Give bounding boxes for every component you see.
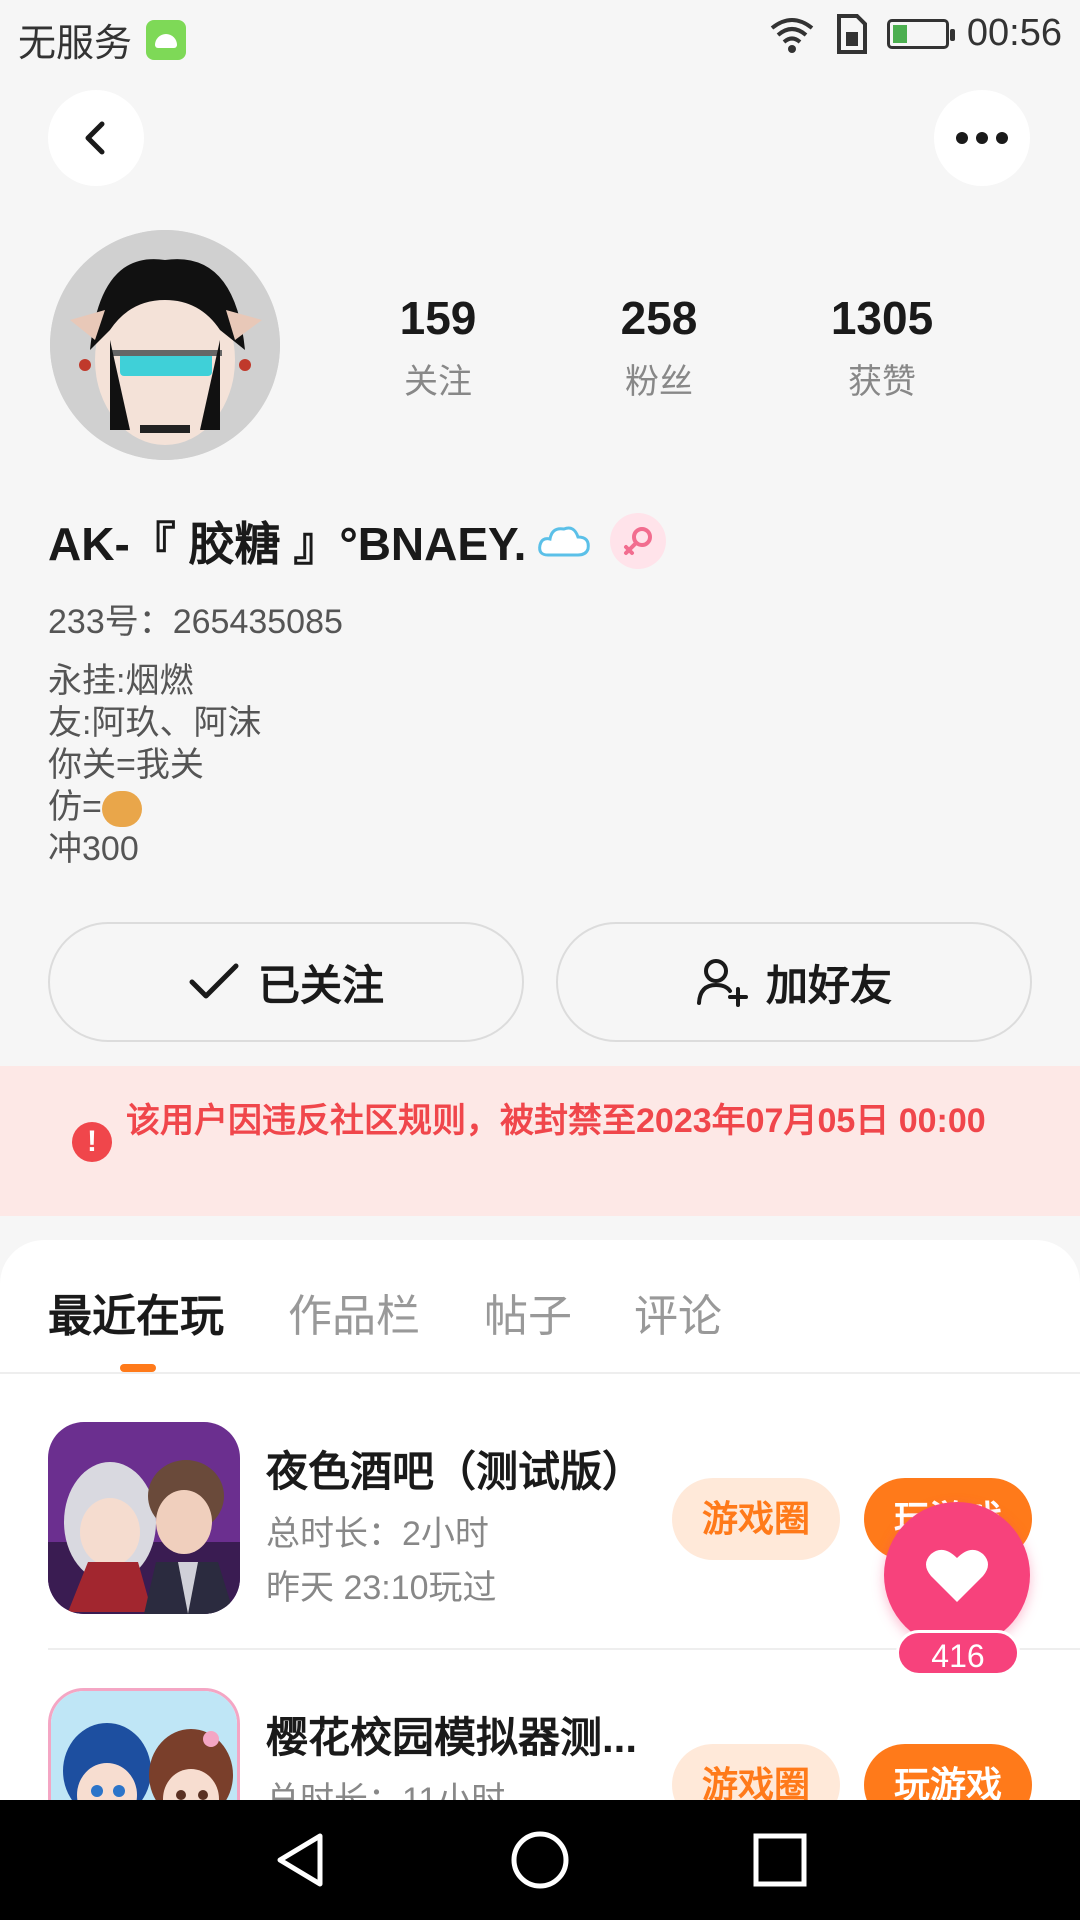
ban-notice-text: 该用户因违反社区规则，被封禁至2023年07月05日 00:00	[126, 1102, 986, 1140]
wifi-icon	[770, 17, 814, 53]
like-count: 416	[896, 1630, 1020, 1676]
nickname-text: AK-『 胶糖 』°BNAEY.	[48, 518, 527, 570]
nav-back-icon[interactable]	[270, 1830, 330, 1890]
bio-line: 仿=	[48, 786, 261, 828]
dog-emoji-icon	[101, 791, 142, 828]
stat-likes-value: 1305	[830, 292, 934, 344]
like-button[interactable]	[884, 1502, 1030, 1648]
tab-recently-played[interactable]: 最近在玩	[48, 1280, 224, 1344]
female-gender-icon	[624, 527, 653, 555]
stat-fans-value: 258	[620, 292, 698, 344]
more-button[interactable]	[934, 90, 1030, 186]
stat-fans-label: 粉丝	[625, 363, 693, 401]
followed-label: 已关注	[257, 961, 384, 1009]
tab-indicator	[120, 1364, 156, 1372]
bio-line: 永挂:烟燃	[48, 662, 194, 700]
heart-icon	[926, 1549, 988, 1602]
stat-following-label: 关注	[404, 363, 472, 401]
game-icon	[48, 1688, 240, 1800]
bio-line: 你关=我关	[48, 746, 204, 784]
status-bar: 无服务 00:56	[0, 0, 1080, 72]
game-duration: 总时长：2小时	[266, 1515, 489, 1553]
android-icon	[146, 19, 187, 60]
game-duration: 总时长：11小时	[266, 1781, 506, 1800]
game-icon	[48, 1422, 240, 1614]
nickname: AK-『 胶糖 』°BNAEY.	[48, 508, 667, 574]
bio-line: 冲300	[48, 830, 139, 868]
bio-line: 友:阿玖、阿沫	[48, 704, 262, 742]
add-friend-icon	[696, 959, 748, 1007]
clock: 00:56	[966, 12, 1062, 54]
followed-button[interactable]: 已关注	[48, 922, 524, 1042]
stat-likes-label: 获赞	[848, 363, 916, 401]
game-title: 夜色酒吧（测试版）	[266, 1448, 645, 1495]
sim-icon	[836, 13, 867, 54]
cloud-icon	[538, 526, 591, 557]
bio: 永挂:烟燃 友:阿玖、阿沫 你关=我关 仿= 冲300	[48, 660, 261, 870]
more-dots-icon	[956, 132, 1008, 144]
check-icon	[189, 963, 239, 999]
bio-line-text: 仿=	[48, 788, 102, 826]
system-nav-bar	[0, 1800, 1080, 1920]
battery-icon	[886, 18, 955, 49]
tab-works[interactable]: 作品栏	[288, 1280, 420, 1344]
play-game-button[interactable]: 玩游戏	[864, 1744, 1032, 1800]
female-badge	[610, 513, 667, 569]
tab-posts[interactable]: 帖子	[484, 1280, 572, 1344]
chevron-left-icon	[85, 121, 105, 155]
game-last-played: 昨天 23:10玩过	[266, 1569, 497, 1607]
add-friend-button[interactable]: 加好友	[556, 922, 1032, 1042]
stat-fans[interactable]: 258 粉丝	[569, 290, 749, 403]
nav-home-icon[interactable]	[510, 1830, 570, 1890]
stat-likes[interactable]: 1305 获赞	[792, 290, 972, 403]
carrier-label: 无服务	[18, 23, 133, 65]
user-id: 233号：265435085	[48, 603, 343, 641]
tab-comments[interactable]: 评论	[634, 1280, 722, 1344]
game-title: 樱花校园模拟器测...	[266, 1714, 638, 1761]
stat-following[interactable]: 159 关注	[348, 290, 528, 403]
list-item[interactable]: 樱花校园模拟器测... 总时长：11小时 游戏圈 玩游戏	[0, 1688, 1080, 1800]
warning-icon: !	[72, 1122, 112, 1162]
tab-bar: 最近在玩 作品栏 帖子 评论	[0, 1240, 1080, 1374]
stat-following-value: 159	[399, 292, 477, 344]
game-circle-button[interactable]: 游戏圈	[672, 1744, 840, 1800]
nav-recents-icon[interactable]	[750, 1830, 810, 1890]
back-button[interactable]	[48, 90, 144, 186]
add-friend-label: 加好友	[765, 961, 892, 1009]
game-circle-button[interactable]: 游戏圈	[672, 1478, 840, 1560]
avatar[interactable]	[50, 230, 280, 460]
